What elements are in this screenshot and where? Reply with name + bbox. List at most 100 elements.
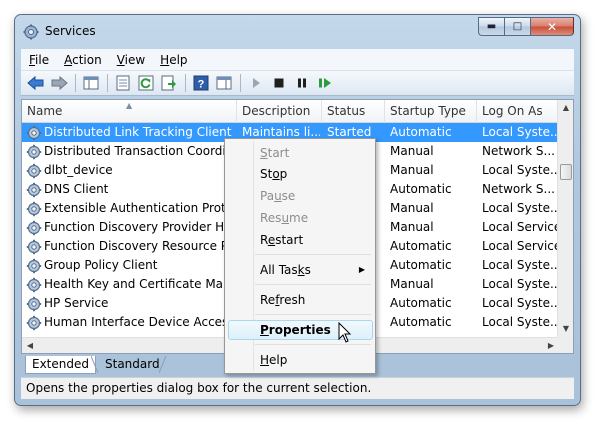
- cell-startup-type: Manual: [390, 163, 434, 177]
- scroll-up-icon[interactable]: ▲: [558, 100, 573, 116]
- cell-name: Health Key and Certificate Management: [44, 277, 234, 291]
- start-service-icon: [253, 78, 260, 88]
- cell-startup-type: Manual: [390, 220, 434, 234]
- cell-log-on-as: Network S...: [482, 182, 555, 196]
- column-header-status[interactable]: Status: [322, 100, 385, 123]
- mouse-pointer-icon: [338, 322, 352, 343]
- menu-item-resume[interactable]: Resume: [228, 208, 373, 228]
- help-icon: ?: [193, 75, 209, 91]
- cell-startup-type: Manual: [390, 277, 434, 291]
- stop-service-button[interactable]: [268, 73, 290, 93]
- menu-separator: [255, 314, 371, 315]
- service-gear-icon: [26, 315, 42, 331]
- menu-item-help[interactable]: Help: [228, 350, 373, 370]
- help-toolbar-button[interactable]: ?: [190, 73, 212, 93]
- vertical-scrollbar[interactable]: ▲ ▼: [557, 100, 573, 337]
- cell-startup-type: Automatic: [390, 258, 452, 272]
- restart-service-icon: [319, 78, 331, 88]
- scrollbar-corner: [557, 337, 573, 353]
- service-gear-icon: [26, 277, 42, 293]
- menu-help[interactable]: Help: [160, 53, 187, 67]
- cell-name: Function Discovery Provider Host: [44, 220, 234, 234]
- service-gear-icon: [26, 125, 42, 141]
- show-action-pane-icon: [216, 76, 232, 90]
- caption-buttons: ▬ □ ✕: [478, 17, 574, 37]
- service-gear-icon: [26, 182, 42, 198]
- service-gear-icon: [26, 296, 42, 312]
- window-title: Services: [45, 24, 96, 38]
- service-gear-icon: [26, 201, 42, 217]
- menu-view[interactable]: View: [117, 53, 145, 67]
- minimize-button[interactable]: ▬: [478, 17, 504, 36]
- column-header-startup-type[interactable]: Startup Type: [385, 100, 477, 123]
- services-gear-icon: [23, 24, 39, 40]
- cell-log-on-as: Local Syste...: [482, 125, 558, 139]
- cell-log-on-as: Local Syste...: [482, 277, 558, 291]
- scroll-left-icon[interactable]: ◀: [22, 338, 38, 353]
- toolbar-separator: [107, 74, 108, 92]
- menu-file[interactable]: File: [29, 53, 49, 67]
- cell-startup-type: Automatic: [390, 182, 452, 196]
- forward-arrow-icon: [51, 75, 68, 91]
- menu-item-stop[interactable]: Stop: [228, 164, 373, 184]
- service-gear-icon: [26, 258, 42, 274]
- close-button[interactable]: ✕: [530, 17, 574, 36]
- cell-startup-type: Automatic: [390, 315, 452, 329]
- title-bar[interactable]: Services ▬ □ ✕: [15, 15, 580, 49]
- cell-startup-type: Automatic: [390, 296, 452, 310]
- svg-text:?: ?: [198, 79, 205, 91]
- context-menu: Start Stop Pause Resume Restart All Task…: [224, 138, 376, 374]
- properties-toolbar-button[interactable]: [112, 73, 134, 93]
- tab-standard[interactable]: Standard: [99, 356, 166, 374]
- start-service-button[interactable]: [245, 73, 267, 93]
- cell-name: dlbt_device: [44, 163, 113, 177]
- back-button[interactable]: [25, 73, 47, 93]
- menu-separator: [255, 284, 371, 285]
- menu-item-refresh[interactable]: Refresh: [228, 290, 373, 310]
- back-arrow-icon: [27, 75, 44, 91]
- menu-item-start[interactable]: Start: [228, 143, 373, 163]
- forward-button[interactable]: [48, 73, 70, 93]
- vertical-scroll-thumb[interactable]: [560, 164, 572, 180]
- service-gear-icon: [26, 239, 42, 255]
- column-header-log-on-as[interactable]: Log On As: [477, 100, 559, 123]
- service-gear-icon: [26, 220, 42, 236]
- pause-service-icon: [298, 78, 306, 88]
- tab-divider: [91, 356, 99, 374]
- export-list-icon: [161, 75, 176, 91]
- export-list-button[interactable]: [158, 73, 180, 93]
- maximize-button[interactable]: □: [504, 17, 530, 36]
- service-gear-icon: [26, 163, 42, 179]
- stop-service-icon: [274, 78, 284, 88]
- show-action-pane-button[interactable]: [213, 73, 235, 93]
- menu-action[interactable]: Action: [64, 53, 102, 67]
- refresh-button[interactable]: [135, 73, 157, 93]
- cell-log-on-as: Local Syste...: [482, 258, 558, 272]
- toolbar: ?: [21, 71, 574, 96]
- cell-log-on-as: Local Syste...: [482, 296, 558, 310]
- refresh-icon: [138, 75, 154, 91]
- cell-name: Human Interface Device Access: [44, 315, 234, 329]
- show-hide-console-tree-button[interactable]: [80, 73, 102, 93]
- column-header-description[interactable]: Description: [237, 100, 322, 123]
- cell-name: Function Discovery Resource Publication: [44, 239, 234, 253]
- restart-service-button[interactable]: [314, 73, 336, 93]
- scroll-down-icon[interactable]: ▼: [558, 321, 573, 337]
- tab-extended[interactable]: Extended: [25, 356, 96, 374]
- toolbar-separator: [185, 74, 186, 92]
- menu-item-all-tasks[interactable]: All Tasks ▶: [228, 260, 373, 280]
- menu-separator: [255, 254, 371, 255]
- cell-log-on-as: Network S...: [482, 144, 555, 158]
- cell-name: Group Policy Client: [44, 258, 158, 272]
- toolbar-separator: [75, 74, 76, 92]
- menu-item-pause[interactable]: Pause: [228, 186, 373, 206]
- pause-service-button[interactable]: [291, 73, 313, 93]
- cell-log-on-as: Local Syste...: [482, 163, 558, 177]
- cell-name: HP Service: [44, 296, 109, 310]
- show-hide-console-tree-icon: [83, 76, 99, 90]
- cell-log-on-as: Local Service: [482, 220, 558, 234]
- submenu-arrow-icon: ▶: [358, 265, 365, 274]
- cell-name: DNS Client: [44, 182, 109, 196]
- properties-icon: [116, 75, 130, 91]
- menu-item-restart[interactable]: Restart: [228, 230, 373, 250]
